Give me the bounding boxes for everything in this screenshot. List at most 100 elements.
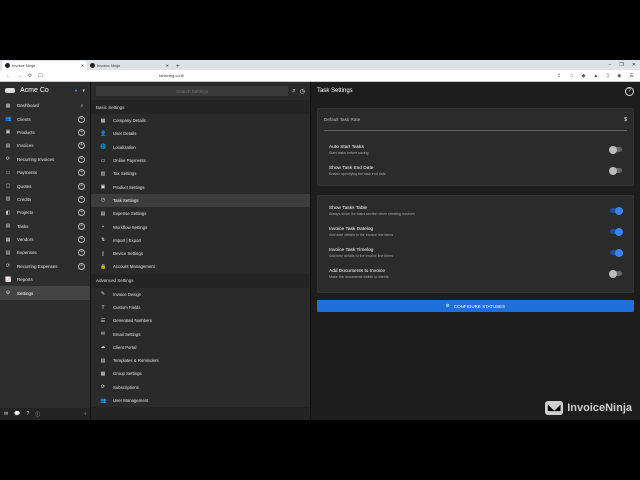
star-icon[interactable]: ☆ (569, 73, 573, 79)
settings-item-generated-numbers[interactable]: ☰ Generated Numbers (91, 314, 310, 327)
close-tab-icon[interactable]: ✕ (166, 63, 169, 68)
settings-item-task-settings[interactable]: ◷ Task Settings (91, 193, 310, 208)
settings-item-templates-reminders[interactable]: ▤ Templates & Reminders (91, 354, 310, 367)
search-settings-input[interactable] (96, 86, 289, 96)
search-icon[interactable]: ⌕ (79, 103, 85, 109)
sidebar-item-label: Projects (17, 210, 34, 216)
add-quotes-icon[interactable]: + (78, 182, 85, 190)
add-clients-icon[interactable]: + (78, 115, 85, 123)
url-text[interactable]: invoicing.co/#/ (159, 73, 184, 78)
sidebar-item-label: Products (17, 129, 35, 135)
browser-tab-active[interactable]: Invoice Ninja ✕ (2, 61, 87, 70)
settings-item-user-management[interactable]: 👥 User Management (91, 394, 310, 407)
clients-icon: 👥 (5, 116, 12, 123)
sidebar-item-recurring-invoices[interactable]: ⟳ Recurring Invoices + (0, 153, 90, 166)
sidebar-item-expenses[interactable]: ▤ Expenses + (0, 246, 90, 259)
settings-item-label: Email Settings (113, 331, 141, 337)
share-icon[interactable]: ⇪ (557, 73, 561, 79)
bookmark-icon[interactable]: ☐ (38, 73, 42, 79)
add-documents-to-invoice-toggle[interactable] (609, 269, 622, 278)
add-recurring-invoices-icon[interactable]: + (78, 155, 85, 163)
configure-statuses-button[interactable]: ⚙ CONFIGURE STATUSES (317, 300, 634, 312)
profile-icon[interactable]: ◉ (617, 73, 621, 79)
sidebar-item-tasks[interactable]: ▤ Tasks + (0, 220, 90, 233)
sidebar-item-clients[interactable]: 👥 Clients + (0, 112, 90, 125)
product-settings-icon: ▣ (100, 184, 106, 191)
collapse-sidebar-icon[interactable]: ‹ (84, 411, 86, 417)
add-invoices-icon[interactable]: + (78, 142, 85, 150)
default-task-rate-field[interactable]: Default Task Rate $ (324, 109, 627, 131)
add-projects-icon[interactable]: + (78, 209, 85, 217)
info-icon[interactable]: ⓘ (35, 411, 40, 418)
settings-item-online-payments[interactable]: ▭ Online Payments (91, 154, 310, 167)
sidebar-item-credits[interactable]: ▥ Credits + (0, 193, 90, 206)
add-credits-icon[interactable]: + (78, 195, 85, 203)
add-vendors-icon[interactable]: + (78, 236, 85, 244)
settings-item-device-settings[interactable]: ▯ Device Settings (91, 247, 310, 260)
sidebar-item-payments[interactable]: ▭ Payments + (0, 166, 90, 179)
maximize-icon[interactable]: ❐ (619, 62, 623, 68)
add-tasks-icon[interactable]: + (78, 222, 85, 230)
close-tab-icon[interactable]: ✕ (81, 63, 84, 68)
sidebar-item-reports[interactable]: 📈 Reports (0, 273, 90, 286)
back-icon[interactable]: ← (6, 73, 11, 79)
extension-icon[interactable]: ▲ (593, 73, 598, 79)
settings-item-subscriptions[interactable]: ⟳ Subscriptions (91, 381, 310, 394)
add-recurring-expenses-icon[interactable]: + (78, 262, 85, 270)
help-icon[interactable]: ? (26, 411, 29, 417)
add-expenses-icon[interactable]: + (78, 249, 85, 257)
search-icon[interactable]: ⌕ (292, 88, 295, 95)
settings-item-localization[interactable]: 🌐 Localization (91, 141, 310, 154)
auto-start-tasks-toggle[interactable] (609, 145, 622, 154)
settings-item-tax-settings[interactable]: ▥ Tax Settings (91, 167, 310, 180)
brave-shield-icon[interactable]: ◆ (582, 73, 586, 79)
sidebar-item-vendors[interactable]: ▦ Vendors + (0, 233, 90, 246)
forward-icon[interactable]: → (17, 73, 22, 79)
chevron-down-icon: ▾ (82, 87, 85, 94)
company-selector[interactable]: Acme Co ● ▾ (0, 82, 90, 99)
sidebar: Acme Co ● ▾ ▦ Dashboard ⌕ 👥 Clients + ▣ Product… (0, 82, 91, 420)
menu-icon[interactable]: ☰ (630, 73, 634, 79)
close-window-icon[interactable]: ✕ (632, 62, 636, 68)
reports-icon: 📈 (5, 276, 12, 283)
sidebar-toggle-icon[interactable]: ▯ (606, 73, 609, 79)
invoice-design-icon: ✎ (100, 291, 106, 298)
recurring-expenses-icon: ⟳ (5, 263, 11, 270)
settings-item-email-settings[interactable]: ✉ Email Settings (91, 327, 310, 340)
custom-fields-icon: T (101, 304, 105, 311)
settings-item-import-export[interactable]: ⇅ Import | Export (91, 234, 310, 247)
sidebar-item-products[interactable]: ▣ Products + (0, 126, 90, 139)
sidebar-item-dashboard[interactable]: ▦ Dashboard ⌕ (0, 99, 90, 112)
settings-item-client-portal[interactable]: ☁ Client Portal (91, 341, 310, 354)
settings-item-user-details[interactable]: 👤 User Details (91, 127, 310, 140)
settings-item-product-settings[interactable]: ▣ Product Settings (91, 180, 310, 193)
settings-item-expense-settings[interactable]: ▤ Expense Settings (91, 207, 310, 220)
settings-item-account-management[interactable]: 🔒 Account Management (91, 260, 310, 273)
settings-item-workflow-settings[interactable]: ⑂ Workflow Settings (91, 220, 310, 233)
sidebar-item-settings[interactable]: ⚙ Settings (0, 286, 90, 300)
settings-item-custom-fields[interactable]: T Custom Fields (91, 301, 310, 314)
task-settings-icon: ◷ (100, 197, 106, 204)
sidebar-item-invoices[interactable]: ▤ Invoices + (0, 139, 90, 152)
help-circle-icon[interactable]: ? (625, 86, 634, 96)
show-tasks-table-toggle[interactable] (610, 206, 623, 215)
tab-label: Invoice Ninja (97, 63, 120, 68)
sidebar-item-quotes[interactable]: ▢ Quotes + (0, 179, 90, 192)
settings-item-group-settings[interactable]: ▦ Group Settings (91, 367, 310, 380)
mail-icon[interactable]: ✉ (4, 411, 8, 417)
invoice-task-datelog-toggle[interactable] (610, 227, 623, 236)
settings-item-company-details[interactable]: ▦ Company Details (91, 114, 310, 127)
chat-icon[interactable]: 💬 (14, 411, 20, 417)
reload-icon[interactable]: ⟳ (28, 73, 32, 79)
add-products-icon[interactable]: + (78, 128, 85, 136)
sidebar-item-projects[interactable]: ◧ Projects + (0, 206, 90, 219)
add-payments-icon[interactable]: + (78, 169, 85, 177)
invoice-task-timelog-toggle[interactable] (610, 248, 623, 257)
show-task-end-date-toggle[interactable] (609, 166, 622, 175)
app: Acme Co ● ▾ ▦ Dashboard ⌕ 👥 Clients + ▣ Product… (0, 82, 640, 420)
settings-item-invoice-design[interactable]: ✎ Invoice Design (91, 288, 310, 301)
history-icon[interactable]: ◷ (300, 88, 305, 95)
browser-tab[interactable]: Invoice Ninja ✕ (87, 61, 172, 70)
minimize-icon[interactable]: – (609, 62, 612, 68)
sidebar-item-recurring-expenses[interactable]: ⟳ Recurring Expenses + (0, 260, 90, 273)
